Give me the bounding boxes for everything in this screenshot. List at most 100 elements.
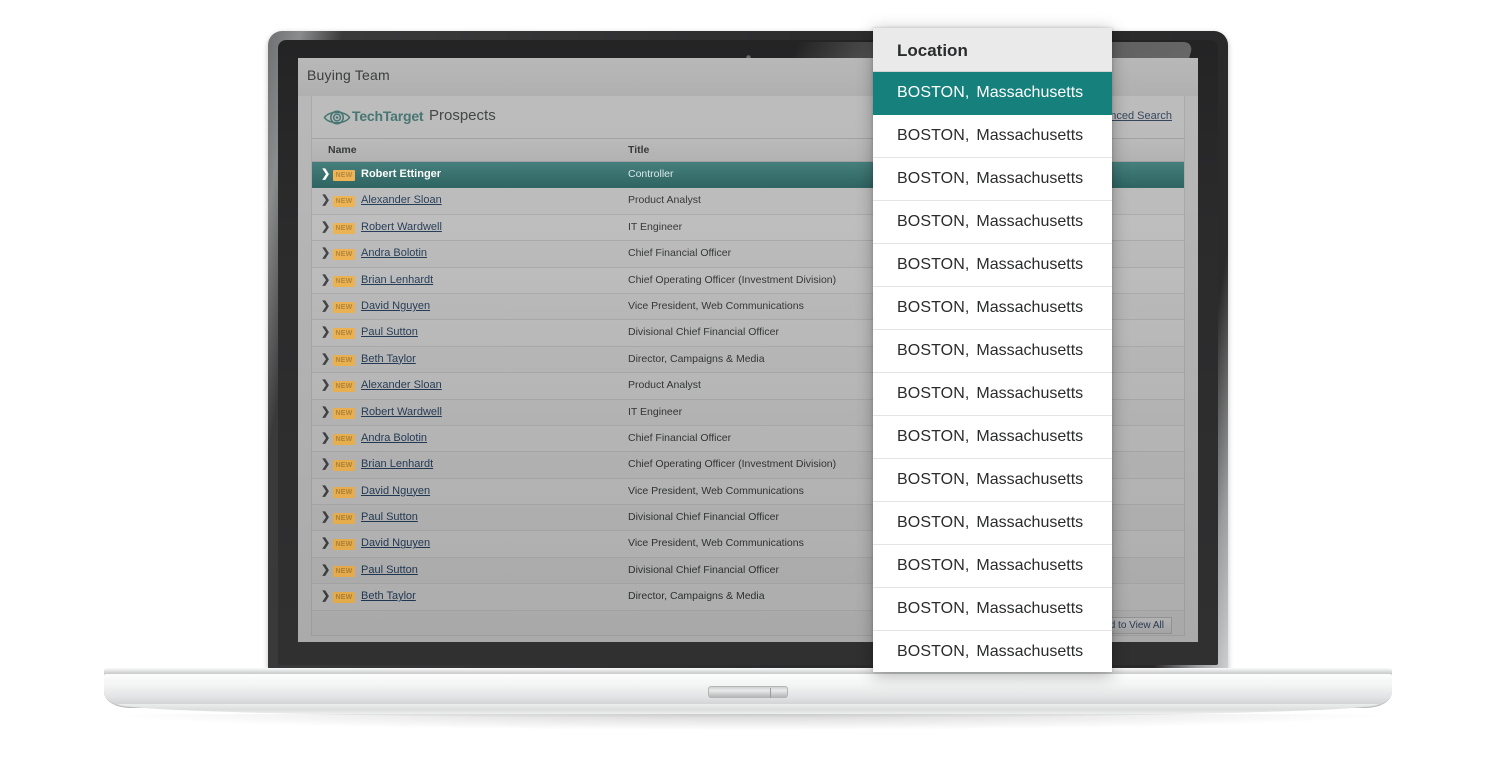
row-expand-chevron-icon[interactable]: ❯ xyxy=(321,380,330,391)
row-expand-chevron-icon[interactable]: ❯ xyxy=(321,275,330,286)
brand-subtitle: Prospects xyxy=(429,107,496,124)
location-dropdown-item[interactable]: BOSTON,Massachusetts xyxy=(873,588,1112,631)
location-item-label: BOSTON, Massachusetts xyxy=(897,299,1083,317)
prospect-title: Director, Campaigns & Media xyxy=(628,353,765,365)
new-badge: NEW xyxy=(333,566,355,577)
row-expand-chevron-icon[interactable]: ❯ xyxy=(321,591,330,602)
techtarget-eye-icon xyxy=(323,103,351,131)
location-state: Massachusetts xyxy=(976,471,1083,488)
prospect-name-link[interactable]: Beth Taylor xyxy=(361,353,416,365)
prospect-title: Chief Financial Officer xyxy=(628,247,731,259)
prospect-title: Vice President, Web Communications xyxy=(628,300,804,312)
location-item-label: BOSTON, Massachusetts xyxy=(897,471,1083,489)
prospect-name-link[interactable]: Alexander Sloan xyxy=(361,194,442,206)
location-city: BOSTON, xyxy=(897,471,969,488)
prospect-name-link[interactable]: Andra Bolotin xyxy=(361,247,427,259)
prospect-name-link[interactable]: Paul Sutton xyxy=(361,564,418,576)
location-city: BOSTON, xyxy=(897,342,969,359)
location-state: Massachusetts xyxy=(976,557,1083,574)
row-expand-chevron-icon[interactable]: ❯ xyxy=(321,301,330,312)
location-item-label: BOSTON, Massachusetts xyxy=(897,385,1083,403)
location-city: BOSTON, xyxy=(897,385,969,402)
row-expand-chevron-icon[interactable]: ❯ xyxy=(321,565,330,576)
location-state: Massachusetts xyxy=(976,213,1083,230)
location-item-label: BOSTON,Massachusetts xyxy=(897,600,1083,618)
column-header-title[interactable]: Title xyxy=(628,144,649,156)
location-dropdown-item[interactable]: BOSTON, Massachusetts xyxy=(873,459,1112,502)
location-dropdown-item[interactable]: BOSTON,Massachusetts xyxy=(873,244,1112,287)
prospect-name-link[interactable]: Brian Lenhardt xyxy=(361,458,433,470)
base-latch-line xyxy=(770,688,771,698)
prospect-title: Chief Operating Officer (Investment Divi… xyxy=(628,274,836,286)
location-city: BOSTON, xyxy=(897,299,969,316)
prospect-name-link[interactable]: Beth Taylor xyxy=(361,590,416,602)
location-city: BOSTON, xyxy=(897,557,969,574)
row-expand-chevron-icon[interactable]: ❯ xyxy=(321,486,330,497)
row-expand-chevron-icon[interactable]: ❯ xyxy=(321,327,330,338)
location-dropdown-title: Location xyxy=(897,41,968,61)
prospect-name-link[interactable]: Paul Sutton xyxy=(361,511,418,523)
new-badge: NEW xyxy=(333,513,355,524)
prospect-title: Divisional Chief Financial Officer xyxy=(628,564,779,576)
prospect-title: Vice President, Web Communications xyxy=(628,485,804,497)
location-item-label: BOSTON,Massachusetts xyxy=(897,256,1083,274)
location-city: BOSTON, xyxy=(897,643,969,660)
column-header-name[interactable]: Name xyxy=(328,144,357,156)
location-dropdown-item[interactable]: BOSTON,Massachusetts xyxy=(873,72,1112,115)
location-dropdown-header: Location xyxy=(873,28,1112,72)
prospect-name-link[interactable]: David Nguyen xyxy=(361,537,430,549)
location-city: BOSTON, xyxy=(897,256,969,273)
location-dropdown-panel[interactable]: Location BOSTON, Massachusetts BOSTON, Mass… xyxy=(873,28,1112,672)
location-dropdown-item[interactable]: BOSTON, Massachusetts xyxy=(873,330,1112,373)
location-city: BOSTON, xyxy=(897,84,969,101)
location-state: Massachusetts xyxy=(976,170,1083,187)
location-dropdown-item[interactable]: BOSTON, Massachusetts xyxy=(873,545,1112,588)
row-expand-chevron-icon[interactable]: ❯ xyxy=(321,407,330,418)
location-state: Massachusetts xyxy=(976,385,1083,402)
row-expand-chevron-icon[interactable]: ❯ xyxy=(321,512,330,523)
location-dropdown-item[interactable]: BOSTON, Massachusetts xyxy=(873,287,1112,330)
prospect-name-link[interactable]: Robert Wardwell xyxy=(361,221,442,233)
prospect-name-link[interactable]: Brian Lenhardt xyxy=(361,274,433,286)
row-expand-chevron-icon[interactable]: ❯ xyxy=(321,195,330,206)
location-dropdown-item[interactable]: BOSTON,Massachusetts xyxy=(873,416,1112,459)
new-badge: NEW xyxy=(333,223,355,234)
prospect-name-link[interactable]: Paul Sutton xyxy=(361,326,418,338)
row-expand-chevron-icon[interactable]: ❯ xyxy=(321,459,330,470)
prospect-name-link[interactable]: Andra Bolotin xyxy=(361,432,427,444)
row-expand-chevron-icon[interactable]: ❯ xyxy=(321,222,330,233)
location-state: Massachusetts xyxy=(976,643,1083,660)
prospect-name-link[interactable]: Robert Ettinger xyxy=(361,168,441,180)
page-title: Buying Team xyxy=(307,67,390,83)
row-expand-chevron-icon[interactable]: ❯ xyxy=(321,433,330,444)
new-badge: NEW xyxy=(333,328,355,339)
prospect-title: Vice President, Web Communications xyxy=(628,537,804,549)
new-badge: NEW xyxy=(333,460,355,471)
row-expand-chevron-icon[interactable]: ❯ xyxy=(321,248,330,259)
location-state: Massachusetts xyxy=(976,299,1083,316)
new-badge: NEW xyxy=(333,487,355,498)
location-dropdown-item[interactable]: BOSTON, Massachusetts xyxy=(873,631,1112,672)
prospect-name-link[interactable]: David Nguyen xyxy=(361,485,430,497)
laptop-base xyxy=(104,668,1392,720)
location-dropdown-item[interactable]: BOSTON,Massachusetts xyxy=(873,201,1112,244)
location-dropdown-item[interactable]: BOSTON, Massachusetts xyxy=(873,373,1112,416)
location-state: Massachusetts xyxy=(976,342,1083,359)
row-expand-chevron-icon[interactable]: ❯ xyxy=(321,169,330,180)
new-badge: NEW xyxy=(333,196,355,207)
location-city: BOSTON, xyxy=(897,127,969,144)
prospect-name-link[interactable]: Alexander Sloan xyxy=(361,379,442,391)
new-badge: NEW xyxy=(333,276,355,287)
location-dropdown-item[interactable]: BOSTON,Massachusetts xyxy=(873,158,1112,201)
location-dropdown-item[interactable]: BOSTON,Massachusetts xyxy=(873,115,1112,158)
prospect-name-link[interactable]: Robert Wardwell xyxy=(361,406,442,418)
new-badge: NEW xyxy=(333,381,355,392)
new-badge: NEW xyxy=(333,249,355,260)
location-state: Massachusetts xyxy=(976,428,1083,445)
location-dropdown-item[interactable]: BOSTON,Massachusetts xyxy=(873,502,1112,545)
row-expand-chevron-icon[interactable]: ❯ xyxy=(321,354,330,365)
location-city: BOSTON, xyxy=(897,514,969,531)
row-expand-chevron-icon[interactable]: ❯ xyxy=(321,538,330,549)
location-state: Massachusetts xyxy=(976,600,1083,617)
prospect-name-link[interactable]: David Nguyen xyxy=(361,300,430,312)
